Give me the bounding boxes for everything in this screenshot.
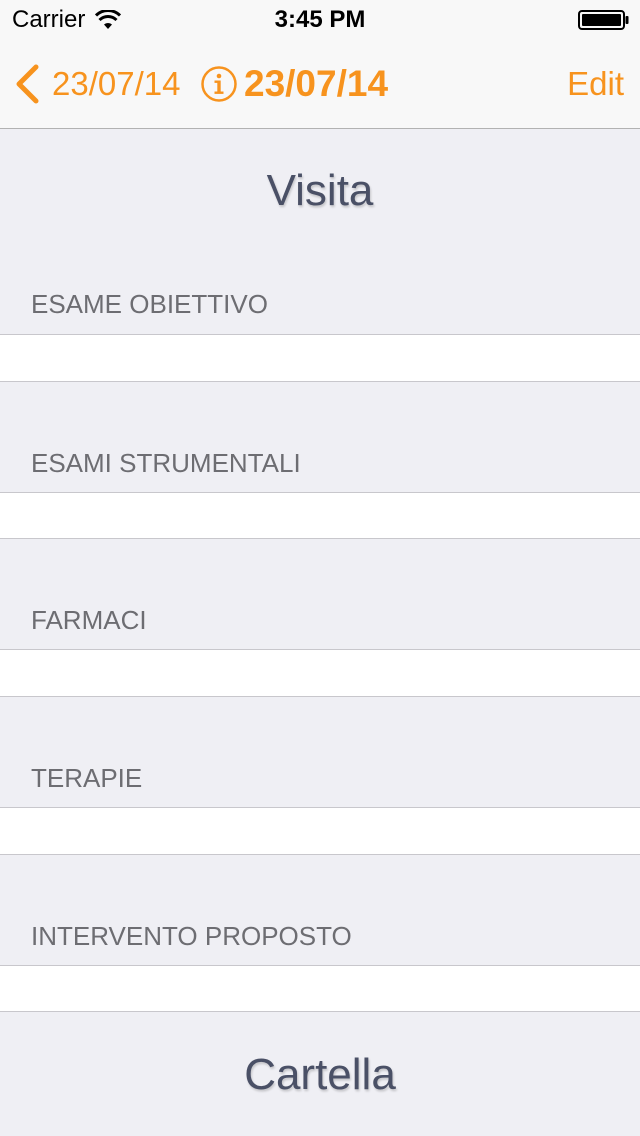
- navigation-bar: 23/07/14 23/07/14 Edit: [0, 40, 640, 129]
- section-header-farmaci: FARMACI: [31, 605, 147, 635]
- info-icon[interactable]: [200, 65, 238, 103]
- status-bar: Carrier 3:45 PM: [0, 0, 640, 40]
- section-title-visita: Visita: [266, 166, 374, 215]
- cell-esame-obiettivo[interactable]: [0, 334, 640, 382]
- cell-farmaci[interactable]: [0, 649, 640, 697]
- status-time: 3:45 PM: [274, 6, 366, 33]
- section-header-intervento-proposto: INTERVENTO PROPOSTO: [31, 921, 352, 951]
- section-header-esame-obiettivo: ESAME OBIETTIVO: [31, 289, 268, 319]
- battery-icon: [578, 10, 629, 30]
- section-header-terapie: TERAPIE: [31, 763, 143, 793]
- back-button[interactable]: 23/07/14: [14, 62, 180, 106]
- cell-esami-strumentali[interactable]: [0, 492, 640, 539]
- cell-terapie[interactable]: [0, 807, 640, 855]
- section-header-esami-strumentali: ESAMI STRUMENTALI: [31, 448, 301, 478]
- back-button-label: 23/07/14: [52, 65, 181, 102]
- nav-title-group: 23/07/14: [200, 62, 388, 106]
- chevron-left-icon: [16, 64, 39, 104]
- section-title-cartella: Cartella: [244, 1050, 396, 1099]
- page-title: 23/07/14: [244, 63, 389, 104]
- cell-intervento-proposto[interactable]: [0, 965, 640, 1012]
- edit-button[interactable]: Edit: [567, 62, 624, 106]
